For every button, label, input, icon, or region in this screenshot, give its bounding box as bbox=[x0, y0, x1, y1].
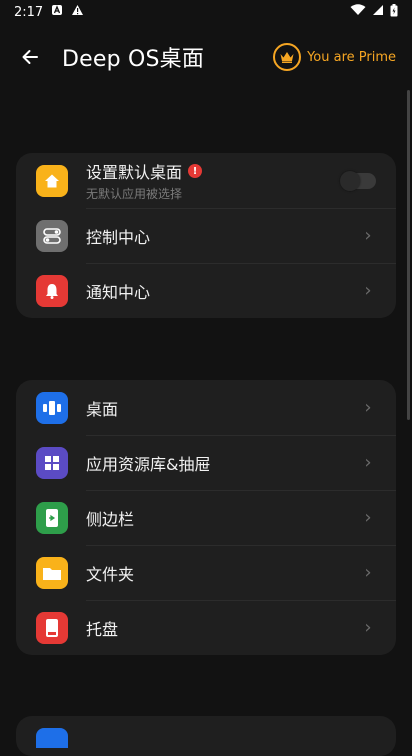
wifi-icon bbox=[350, 4, 366, 20]
bell-icon bbox=[36, 274, 68, 307]
page-title: Deep OS桌面 bbox=[62, 47, 205, 72]
warning-notification-icon bbox=[71, 4, 84, 20]
prime-status[interactable]: You are Prime bbox=[273, 43, 396, 71]
app-library-row[interactable]: 应用资源库&抽屉 › bbox=[16, 435, 396, 490]
folder-label: 文件夹 bbox=[86, 564, 135, 584]
dock-label: 托盘 bbox=[86, 619, 119, 639]
chevron-right-icon: › bbox=[364, 507, 372, 528]
chevron-right-icon: › bbox=[364, 452, 372, 473]
toggles-icon bbox=[36, 219, 68, 252]
system-settings-card: 设置默认桌面 ! 无默认应用被选择 控制中心 › 通知中心 › bbox=[16, 153, 396, 318]
arrow-left-icon bbox=[22, 50, 38, 64]
home-icon bbox=[36, 164, 68, 197]
battery-icon bbox=[390, 3, 398, 21]
dock-icon bbox=[36, 611, 68, 644]
desktop-label: 桌面 bbox=[86, 399, 119, 419]
sidebar-label: 侧边栏 bbox=[86, 509, 135, 529]
default-launcher-toggle[interactable] bbox=[340, 170, 376, 191]
status-time: 2:17 bbox=[14, 4, 44, 20]
notification-center-row[interactable]: 通知中心 › bbox=[16, 263, 396, 318]
back-button[interactable] bbox=[14, 41, 46, 73]
alert-icon: ! bbox=[188, 164, 203, 178]
signal-icon bbox=[372, 4, 384, 20]
desktop-row[interactable]: 桌面 › bbox=[16, 380, 396, 435]
app-notification-icon bbox=[51, 4, 63, 20]
sidebar-icon bbox=[36, 501, 68, 534]
chevron-right-icon: › bbox=[364, 562, 372, 583]
app-library-label: 应用资源库&抽屉 bbox=[86, 454, 211, 474]
status-bar: 2:17 bbox=[0, 0, 412, 24]
folder-icon bbox=[36, 556, 68, 589]
partial-app-icon bbox=[36, 728, 68, 748]
prime-label: You are Prime bbox=[307, 49, 396, 65]
desktop-icon bbox=[36, 391, 68, 424]
folder-row[interactable]: 文件夹 › bbox=[16, 545, 396, 600]
app-library-icon bbox=[36, 446, 68, 479]
chevron-right-icon: › bbox=[364, 225, 372, 246]
chevron-right-icon: › bbox=[364, 280, 372, 301]
launcher-settings-card: 桌面 › 应用资源库&抽屉 › 侧边栏 › 文件夹 › 托盘 › bbox=[16, 380, 396, 655]
set-default-launcher-subtitle: 无默认应用被选择 bbox=[86, 187, 183, 201]
dock-row[interactable]: 托盘 › bbox=[16, 600, 396, 655]
toolbar: Deep OS桌面 You are Prime bbox=[0, 32, 412, 82]
control-center-label: 控制中心 bbox=[86, 227, 151, 247]
chevron-right-icon: › bbox=[364, 397, 372, 418]
sidebar-row[interactable]: 侧边栏 › bbox=[16, 490, 396, 545]
scrollbar[interactable] bbox=[407, 90, 410, 420]
crown-icon bbox=[273, 43, 302, 71]
set-default-launcher-label: 设置默认桌面 bbox=[86, 163, 183, 182]
notification-center-label: 通知中心 bbox=[86, 282, 151, 302]
control-center-row[interactable]: 控制中心 › bbox=[16, 208, 396, 263]
chevron-right-icon: › bbox=[364, 617, 372, 638]
set-default-launcher-row[interactable]: 设置默认桌面 ! 无默认应用被选择 bbox=[16, 153, 396, 208]
next-settings-card bbox=[16, 716, 396, 756]
